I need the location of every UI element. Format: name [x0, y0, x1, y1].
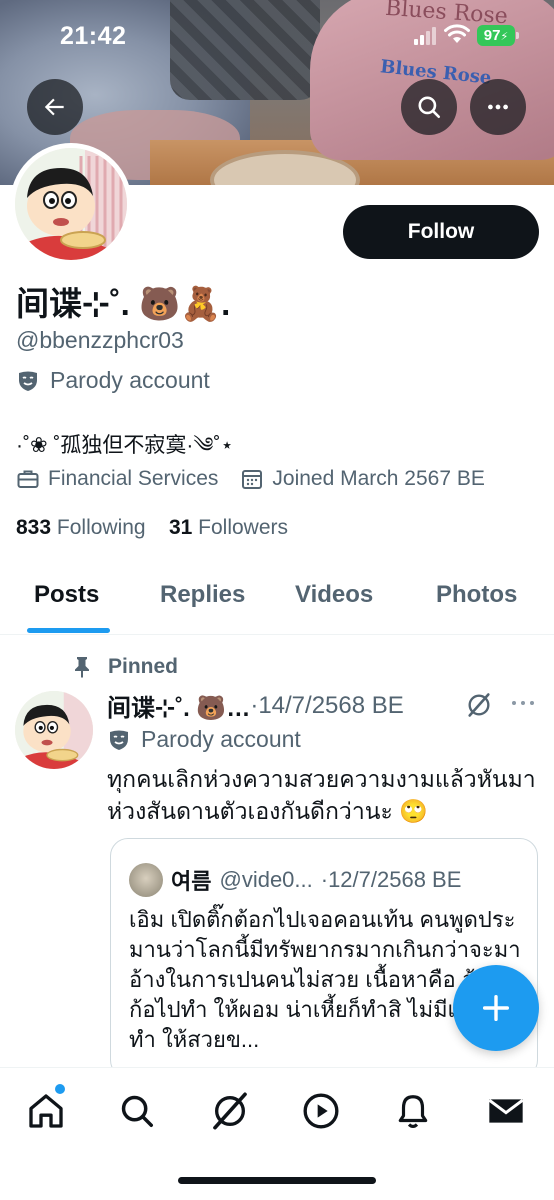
- tab-videos[interactable]: Videos: [295, 581, 373, 609]
- tweet-header: 间谍⊹˚. 🐻… ·14/7/2568 BE: [107, 688, 404, 723]
- nav-grok[interactable]: [207, 1088, 253, 1134]
- tweet-author-name[interactable]: 间谍⊹˚. 🐻…: [107, 688, 250, 723]
- following-count: 833: [16, 516, 52, 539]
- mask-icon: [110, 730, 128, 750]
- category-text: Financial Services: [48, 467, 219, 490]
- parody-label[interactable]: Parody account: [16, 367, 210, 394]
- followers-label: Followers: [198, 516, 289, 539]
- status-time: 21:42: [60, 22, 127, 50]
- follow-button[interactable]: Follow: [343, 205, 539, 259]
- profile-meta: Financial Services Joined March 2567 BE: [16, 467, 507, 491]
- profile-stats: 833 Following 31 Followers: [16, 516, 288, 540]
- battery-indicator: 97⚡: [477, 25, 519, 46]
- nav-video[interactable]: [298, 1088, 344, 1134]
- active-tab-indicator: [27, 628, 110, 633]
- pinned-text: Pinned: [108, 655, 179, 678]
- profile-handle: @bbenzzphcr03: [16, 327, 184, 353]
- tab-photos[interactable]: Photos: [436, 581, 517, 609]
- search-icon: [418, 96, 441, 119]
- nav-messages[interactable]: [483, 1088, 529, 1134]
- pinned-label: Pinned: [72, 655, 178, 679]
- more-horizontal-icon: [488, 104, 508, 110]
- following-label: Following: [56, 516, 146, 539]
- status-bar: 21:42 97⚡: [0, 0, 554, 70]
- tweet-parody-text: Parody account: [141, 726, 301, 752]
- more-button[interactable]: [470, 79, 526, 135]
- quote-header: 여름 @vide0... ·12/7/2568 BE: [129, 863, 461, 897]
- nav-home[interactable]: [23, 1088, 69, 1134]
- followers-link[interactable]: 31 Followers: [169, 516, 288, 539]
- following-link[interactable]: 833 Following: [16, 516, 146, 539]
- pin-icon: [75, 657, 89, 678]
- quote-avatar: [129, 863, 163, 897]
- battery-level: 97: [483, 27, 501, 44]
- profile-avatar[interactable]: [10, 143, 132, 265]
- signal-icon: [414, 27, 438, 45]
- nav-notifications[interactable]: [390, 1088, 436, 1134]
- search-button[interactable]: [401, 79, 457, 135]
- tab-posts[interactable]: Posts: [34, 581, 99, 609]
- quote-handle: @vide0...: [219, 867, 313, 892]
- profile-display-name: 间谍⊹˚. 🐻🧸.: [16, 285, 231, 322]
- profile-joined: Joined March 2567 BE: [240, 467, 485, 491]
- more-horizontal-icon: [512, 701, 534, 705]
- mail-icon: [488, 1098, 524, 1123]
- tweet-parody-label[interactable]: Parody account: [107, 726, 301, 753]
- tab-replies[interactable]: Replies: [160, 581, 245, 609]
- profile-tabs: Posts Replies Videos Photos: [0, 565, 554, 635]
- back-button[interactable]: [27, 79, 83, 135]
- followers-count: 31: [168, 516, 193, 539]
- tweet-text: ทุกคนเลิกห่วงความสวยความงามแล้วหันมาห่วง…: [107, 766, 536, 824]
- quote-date: ·12/7/2568 BE: [320, 867, 462, 892]
- home-indicator[interactable]: [178, 1177, 376, 1184]
- nav-search[interactable]: [114, 1088, 160, 1134]
- briefcase-icon: [17, 470, 39, 488]
- arrow-left-icon: [44, 98, 64, 116]
- bell-icon: [398, 1095, 428, 1129]
- compose-button[interactable]: [453, 965, 539, 1051]
- avatar-image: [15, 148, 127, 260]
- plus-icon: [482, 994, 510, 1022]
- wifi-icon: [444, 24, 470, 43]
- play-icon: [303, 1093, 339, 1129]
- profile-category[interactable]: Financial Services: [16, 467, 218, 491]
- tweet-date[interactable]: ·14/7/2568 BE: [250, 692, 403, 720]
- joined-text: Joined March 2567 BE: [272, 467, 485, 490]
- home-icon: [29, 1094, 63, 1128]
- parody-text: Parody account: [50, 367, 210, 393]
- grok-icon[interactable]: [465, 691, 493, 719]
- tweet-more-button[interactable]: [510, 692, 536, 720]
- quote-author-name: 여름: [171, 869, 212, 894]
- notification-dot: [55, 1084, 65, 1094]
- tweet-avatar[interactable]: [15, 691, 93, 769]
- search-icon: [121, 1095, 153, 1127]
- grok-icon: [213, 1092, 247, 1130]
- calendar-icon: [242, 470, 263, 489]
- avatar-image: [15, 691, 93, 769]
- mask-icon: [19, 371, 37, 391]
